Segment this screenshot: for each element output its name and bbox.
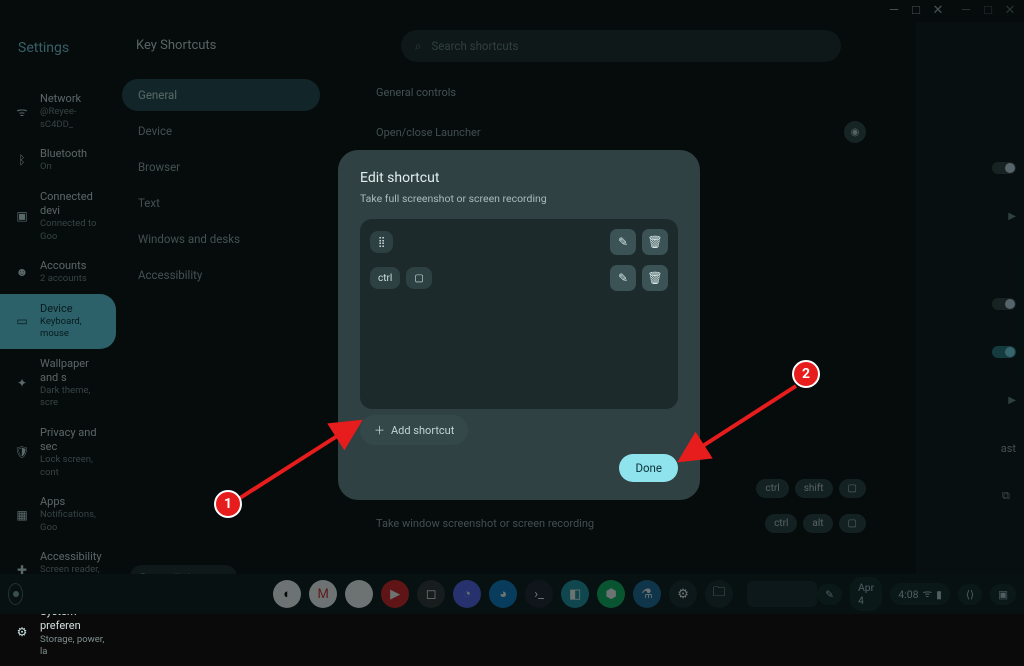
delete-shortcut-button[interactable]: 🗑 — [642, 229, 668, 255]
modal-description: Take full screenshot or screen recording — [360, 192, 678, 205]
shortcut-row: ⣿ ✎ 🗑 — [370, 229, 668, 255]
shortcut-row: ctrl ▢ ✎ 🗑 — [370, 265, 668, 291]
key-overview-icon: ▢ — [406, 267, 431, 289]
delete-shortcut-button[interactable]: 🗑 — [642, 265, 668, 291]
modal-title: Edit shortcut — [360, 170, 678, 186]
plus-icon: ＋ — [374, 422, 385, 438]
edit-shortcut-button[interactable]: ✎ — [610, 265, 636, 291]
key-overview-icon: ⣿ — [370, 231, 393, 253]
key-ctrl: ctrl — [370, 267, 400, 289]
done-button[interactable]: Done — [619, 454, 678, 482]
edit-shortcut-button[interactable]: ✎ — [610, 229, 636, 255]
shortcut-list: ⣿ ✎ 🗑 ctrl ▢ ✎ 🗑 — [360, 219, 678, 409]
edit-shortcut-modal: Edit shortcut Take full screenshot or sc… — [338, 150, 700, 500]
gear-icon: ⚙ — [14, 624, 30, 640]
add-shortcut-button[interactable]: ＋Add shortcut — [360, 415, 468, 445]
